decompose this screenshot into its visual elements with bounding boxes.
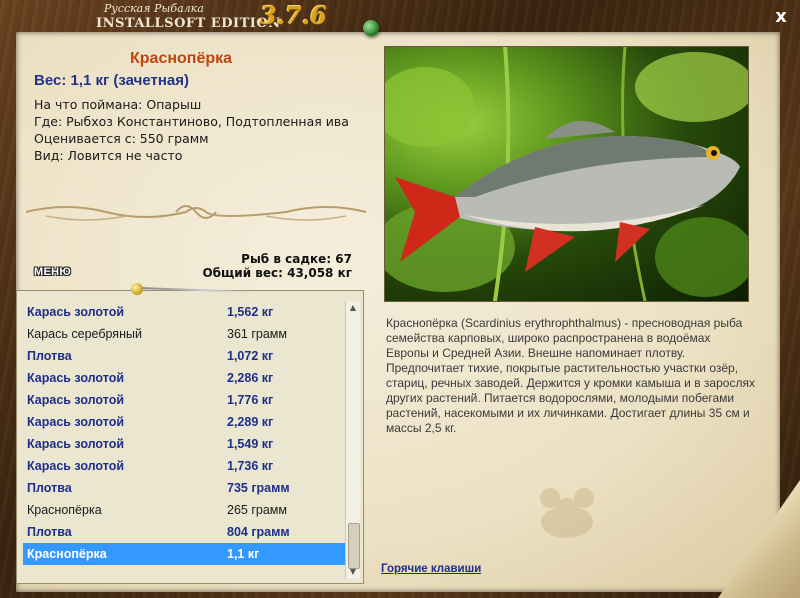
list-item-weight: 735 грамм	[227, 481, 290, 495]
list-item-weight: 265 грамм	[227, 503, 287, 517]
scroll-thumb[interactable]	[348, 523, 360, 569]
list-item[interactable]: Карась золотой 2,289 кг	[23, 411, 345, 433]
list-item-fish: Карась золотой	[27, 415, 125, 429]
list-item[interactable]: Карась золотой 1,776 кг	[23, 389, 345, 411]
close-button[interactable]: x	[771, 7, 791, 27]
list-item[interactable]: Карась серебряный 361 грамм	[23, 323, 345, 345]
list-item-weight: 2,289 кг	[227, 415, 274, 429]
list-item-weight: 1,549 кг	[227, 437, 274, 451]
list-item-selected[interactable]: Краснопёрка 1,1 кг	[23, 543, 345, 565]
list-item-fish: Карась золотой	[27, 305, 125, 319]
fish-illustration	[385, 47, 748, 301]
ornament-divider	[26, 205, 366, 221]
fish-description: Краснопёрка (Scardinius erythrophthalmus…	[386, 316, 755, 435]
app-title-small: Русская Рыбалка	[104, 2, 204, 15]
list-item[interactable]: Карась золотой 1,562 кг	[23, 301, 345, 323]
list-item[interactable]: Плотва 804 грамм	[23, 521, 345, 543]
catch-list-panel: Карась золотой 1,562 кг Карась серебряный 3…	[16, 290, 364, 584]
menu-button[interactable]: МЕНЮ	[34, 266, 71, 278]
list-item-fish: Краснопёрка	[27, 503, 102, 517]
hotkeys-link[interactable]: Горячие клавиши	[381, 563, 481, 575]
list-item[interactable]: Карась золотой 1,549 кг	[23, 433, 345, 455]
list-item-fish: Плотва	[27, 481, 72, 495]
rated-from: Оценивается с: 550 грамм	[34, 131, 209, 146]
cage-stats: Рыб в садке: 67 Общий вес: 43,058 кг	[180, 252, 352, 280]
fish-name: Краснопёрка	[130, 50, 233, 67]
list-item-fish: Карась золотой	[27, 459, 125, 473]
list-item-fish: Плотва	[27, 525, 72, 539]
scroll-up-icon[interactable]: ▲	[346, 301, 360, 315]
fish-photo	[384, 46, 749, 302]
list-item-fish: Карась золотой	[27, 437, 125, 451]
list-item-fish: Карась золотой	[27, 371, 125, 385]
list-scrollbar[interactable]: ▲ ▼	[345, 301, 360, 579]
list-item-weight: 1,562 кг	[227, 305, 274, 319]
scroll-down-icon[interactable]: ▼	[346, 565, 360, 579]
list-item-fish: Краснопёрка	[27, 547, 107, 561]
catch-list[interactable]: Карась золотой 1,562 кг Карась серебряный 3…	[23, 301, 345, 565]
fish-weight: Вес: 1,1 кг (зачетная)	[34, 72, 189, 89]
cage-count: Рыб в садке: 67	[241, 252, 352, 266]
list-item-fish: Плотва	[27, 349, 72, 363]
list-item[interactable]: Краснопёрка 265 грамм	[23, 499, 345, 521]
caught-on: На что поймана: Опарыш	[34, 97, 202, 112]
list-item[interactable]: Карась золотой 1,736 кг	[23, 455, 345, 477]
list-item-fish: Карась золотой	[27, 393, 125, 407]
cage-total: Общий вес: 43,058 кг	[202, 266, 352, 280]
list-item-weight: 1,736 кг	[227, 459, 274, 473]
close-icon: x	[775, 6, 787, 27]
list-item-weight: 804 грамм	[227, 525, 290, 539]
app-title: Русская Рыбалка INSTALLSOFT EDITION 3.7.…	[96, 2, 327, 31]
list-item-weight: 1,072 кг	[227, 349, 274, 363]
list-item-fish: Карась серебряный	[27, 327, 142, 341]
list-item-weight: 1,776 кг	[227, 393, 274, 407]
list-item-weight: 2,286 кг	[227, 371, 274, 385]
catch-place: Где: Рыбхоз Константиново, Подтопленная …	[34, 114, 349, 129]
mouse-watermark-icon	[540, 488, 594, 538]
list-item[interactable]: Плотва 735 грамм	[23, 477, 345, 499]
app-version: 3.7.6	[260, 1, 327, 30]
list-item[interactable]: Карась золотой 2,286 кг	[23, 367, 345, 389]
list-item-weight: 1,1 кг	[227, 547, 260, 561]
app-title-big: INSTALLSOFT EDITION	[96, 16, 281, 31]
list-item[interactable]: Плотва 1,072 кг	[23, 345, 345, 367]
fish-kind: Вид: Ловится не часто	[34, 148, 183, 163]
green-pin-icon	[363, 20, 379, 36]
list-item-weight: 361 грамм	[227, 327, 287, 341]
fish-info: На что поймана: Опарыш Где: Рыбхоз Конст…	[34, 96, 354, 164]
